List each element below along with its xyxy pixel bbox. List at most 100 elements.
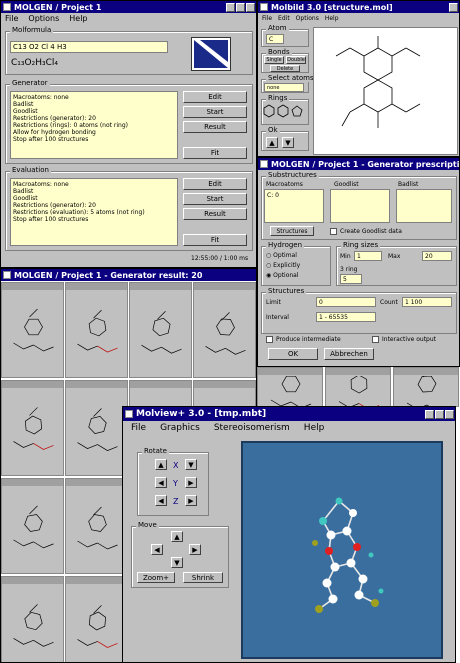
generator-line: Stop after 100 structures: [13, 136, 89, 143]
move-up-button[interactable]: ▲: [171, 531, 183, 542]
structure-thumbnail[interactable]: [65, 478, 128, 574]
produce-intermediate-label: Produce intermediate: [276, 336, 341, 343]
generator-edit-button[interactable]: Edit: [183, 91, 247, 103]
evaluation-line: Macroatoms: none: [13, 181, 69, 188]
structure-thumbnail[interactable]: [65, 576, 128, 662]
structure-thumbnail[interactable]: [393, 367, 459, 407]
ring-template-icons[interactable]: [263, 103, 307, 123]
evaluation-edit-button[interactable]: Edit: [183, 178, 247, 190]
structure-thumbnail-header: [194, 283, 255, 290]
structure-thumbnail[interactable]: [1, 380, 64, 476]
goodlist-list[interactable]: [330, 189, 390, 223]
structure-thumbnail[interactable]: [65, 282, 128, 378]
rotate-down-button[interactable]: ▼: [185, 459, 197, 470]
interval-label: Interval: [266, 314, 289, 321]
menu-file[interactable]: File: [262, 15, 272, 22]
evaluation-start-button[interactable]: Start: [183, 193, 247, 205]
molgen-logo: [191, 37, 231, 71]
menu-help[interactable]: Help: [304, 423, 325, 433]
move-down-button[interactable]: ▼: [171, 557, 183, 568]
structure-thumbnail[interactable]: [193, 282, 256, 378]
menu-edit[interactable]: Edit: [278, 15, 290, 22]
atom-input[interactable]: C: [266, 34, 284, 44]
structure-thumbnail[interactable]: [257, 367, 323, 407]
evaluation-fit-button[interactable]: Fit: [183, 234, 247, 246]
result-title-bar[interactable]: MOLGEN / Project 1 - Generator result: 2…: [1, 269, 256, 281]
interactive-output-checkbox[interactable]: [372, 336, 379, 343]
radio-optimal[interactable]: ○ Optimal: [266, 252, 297, 259]
move-left-button[interactable]: ◀: [151, 544, 163, 555]
rotate-ccw-button[interactable]: ◀: [155, 495, 167, 506]
molview-title-bar[interactable]: Molview+ 3.0 - [tmp.mbt]: [123, 407, 455, 421]
cancel-button[interactable]: Abbrechen: [324, 348, 374, 360]
down-arrow-button[interactable]: ▼: [282, 137, 294, 148]
limit-input[interactable]: 0: [316, 297, 376, 307]
generator-prescription-window: MOLGEN / Project 1 - Generator prescript…: [257, 157, 460, 367]
rotate-right-button[interactable]: ▶: [185, 477, 197, 488]
bond-double-button[interactable]: Double: [286, 56, 306, 64]
move-right-button[interactable]: ▶: [189, 544, 201, 555]
molbild-title-bar[interactable]: Molbild 3.0 [structure.mol]: [258, 1, 459, 13]
menu-help[interactable]: Help: [325, 15, 339, 22]
menu-file[interactable]: File: [131, 423, 146, 433]
menu-options[interactable]: Options: [296, 15, 319, 22]
rotate-left-button[interactable]: ◀: [155, 477, 167, 488]
menu-stereoisomerism[interactable]: Stereoisomerism: [214, 423, 290, 433]
structure-thumbnail-drawing: [13, 505, 54, 549]
minimize-button[interactable]: [425, 409, 434, 419]
menu-options[interactable]: Options: [28, 14, 59, 23]
count-input[interactable]: 1 100: [402, 297, 452, 307]
macroatoms-list[interactable]: C: 0: [264, 189, 324, 223]
minimize-button[interactable]: [226, 2, 235, 12]
molbild-window: Molbild 3.0 [structure.mol] File Edit Op…: [257, 0, 460, 157]
select-atoms-input[interactable]: none: [264, 83, 304, 92]
rotate-cw-button[interactable]: ▶: [185, 495, 197, 506]
molbild-canvas[interactable]: [313, 27, 458, 155]
structure-thumbnail[interactable]: [129, 282, 192, 378]
prescription-title-bar[interactable]: MOLGEN / Project 1 - Generator prescript…: [258, 158, 459, 170]
molformula-input[interactable]: C13 O2 Cl 4 H3: [10, 41, 168, 53]
structure-thumbnail[interactable]: [1, 576, 64, 662]
menu-help[interactable]: Help: [69, 14, 87, 23]
badlist-list[interactable]: [396, 189, 452, 223]
bond-single-button[interactable]: Single: [264, 56, 284, 64]
generator-fit-button[interactable]: Fit: [183, 147, 247, 159]
structure-thumbnail-header: [66, 283, 127, 290]
maximize-button[interactable]: [435, 409, 444, 419]
structures-button[interactable]: Structures: [270, 226, 314, 236]
interval-input[interactable]: 1 - 65535: [316, 312, 376, 322]
menu-graphics[interactable]: Graphics: [160, 423, 200, 433]
up-arrow-button[interactable]: ▲: [266, 137, 278, 148]
ring-min-input[interactable]: 1: [354, 251, 382, 261]
molbild-menu-bar: File Edit Options Help: [258, 13, 459, 24]
generator-result-button[interactable]: Result: [183, 121, 247, 133]
rotate-up-left-button[interactable]: ▲: [155, 459, 167, 470]
menu-file[interactable]: File: [5, 14, 18, 23]
zoom-button[interactable]: Zoom+: [137, 572, 175, 583]
ring-max-input[interactable]: 20: [422, 251, 452, 261]
produce-intermediate-checkbox[interactable]: [266, 336, 273, 343]
structure-thumbnail[interactable]: [65, 380, 128, 476]
molview-3d-viewport[interactable]: [241, 441, 443, 659]
molview-window: Molview+ 3.0 - [tmp.mbt] File Graphics S…: [122, 406, 456, 663]
structure-thumbnail-drawing: [77, 309, 118, 353]
evaluation-result-button[interactable]: Result: [183, 208, 247, 220]
main-title-bar[interactable]: MOLGEN / Project 1: [1, 1, 256, 13]
goodlist-checkbox[interactable]: [330, 228, 337, 235]
ring-value-input[interactable]: 5: [340, 274, 362, 284]
result-structure-grid-right: [257, 367, 460, 409]
bond-delete-button[interactable]: Delete: [270, 65, 300, 72]
close-button[interactable]: [246, 2, 255, 12]
generator-start-button[interactable]: Start: [183, 106, 247, 118]
structure-thumbnail[interactable]: [1, 282, 64, 378]
radio-explicitly[interactable]: ○ Explicitly: [266, 262, 300, 269]
close-button[interactable]: [445, 409, 454, 419]
structure-thumbnail[interactable]: [1, 478, 64, 574]
maximize-button[interactable]: [236, 2, 245, 12]
close-button[interactable]: [449, 2, 458, 12]
radio-optional[interactable]: ◉ Optional: [266, 272, 299, 279]
macroatom-entry[interactable]: C: 0: [267, 192, 321, 199]
ok-button[interactable]: OK: [268, 348, 318, 360]
shrink-button[interactable]: Shrink: [183, 572, 223, 583]
structure-thumbnail[interactable]: [325, 367, 391, 407]
